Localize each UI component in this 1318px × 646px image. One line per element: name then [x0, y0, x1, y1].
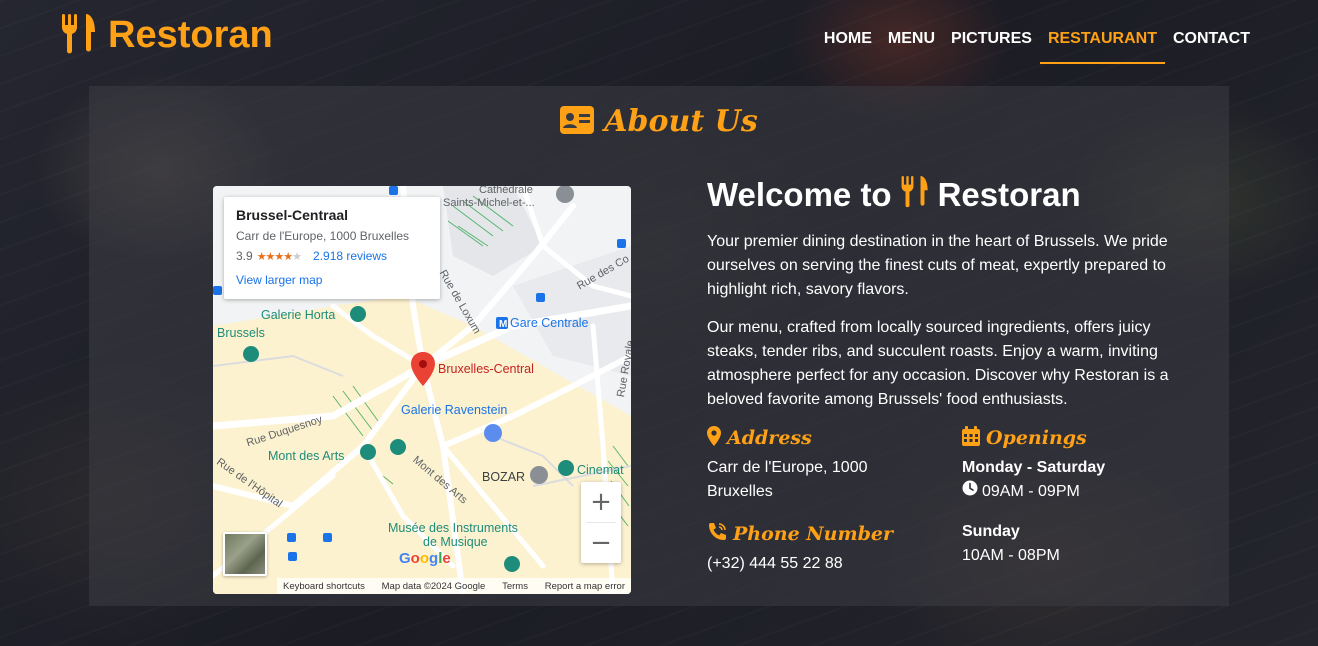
main-nav: HOME MENU PICTURES RESTAURANT CONTACT: [816, 26, 1258, 64]
map-label-galerie-ravenstein: Galerie Ravenstein: [401, 403, 508, 417]
google-logo: Google: [399, 550, 451, 567]
nav-contact[interactable]: CONTACT: [1165, 26, 1258, 64]
map-label-cinematek: Cinemat: [577, 463, 624, 477]
about-panel: About Us M Brussel-Centraal Carr de l'Eu…: [89, 86, 1229, 606]
nav-restaurant[interactable]: RESTAURANT: [1039, 26, 1165, 64]
google-map[interactable]: M Brussel-Centraal Carr de l'Europe, 100…: [213, 186, 631, 594]
about-title: About Us: [604, 104, 758, 139]
sunday-hours: 10AM - 08PM: [962, 547, 1060, 564]
phone-icon: [707, 522, 727, 546]
map-marker-icon: [707, 426, 721, 450]
map-label-saints-michel: Saints-Michel-et-...: [443, 197, 535, 209]
welcome-name: Restoran: [937, 176, 1081, 213]
utensils-icon: [900, 174, 930, 216]
svg-text:M: M: [499, 319, 507, 330]
place-address: Carr de l'Europe, 1000 Bruxelles: [236, 229, 410, 243]
map-label-galerie-horta: Galerie Horta: [261, 308, 336, 322]
weekdays-label: Monday - Saturday: [962, 459, 1106, 476]
navbar: Restoran HOME MENU PICTURES RESTAURANT C…: [0, 0, 1318, 80]
brand-logo[interactable]: Restoran: [60, 12, 273, 58]
welcome-heading: Welcome to Restoran: [707, 174, 1187, 216]
map-data-attribution: Map data ©2024 Google: [381, 580, 486, 592]
openings-title: Openings: [986, 427, 1087, 449]
calendar-icon: [962, 426, 980, 450]
menu-paragraph: Our menu, crafted from locally sourced i…: [707, 319, 1169, 408]
map-label-musee: Musée des Instruments: [388, 521, 518, 535]
address-card-icon: [560, 105, 595, 138]
zoom-in-button[interactable]: +: [581, 482, 621, 522]
map-label-de-musique: de Musique: [423, 535, 488, 549]
map-label-mont-des-arts: Mont des Arts: [268, 449, 345, 463]
phone-title: Phone Number: [733, 523, 893, 545]
nav-menu[interactable]: MENU: [880, 26, 943, 64]
rating-stars: ★★★★★: [256, 250, 302, 263]
place-card: Brussel-Centraal Carr de l'Europe, 1000 …: [224, 197, 440, 299]
keyboard-shortcuts-link[interactable]: Keyboard shortcuts: [283, 581, 365, 592]
place-rating: 3.9 ★★★★★ 2.918 reviews: [236, 249, 428, 263]
details-grid: Address Carr de l'Europe, 1000 Bruxelles: [707, 426, 1187, 586]
sunday-label: Sunday: [962, 523, 1020, 540]
reviews-link[interactable]: 2.918 reviews: [313, 249, 387, 263]
map-label-bruxelles-central: Bruxelles-Central: [438, 362, 534, 376]
address-line-1: Carr de l'Europe, 1000: [707, 459, 868, 476]
address-block: Address Carr de l'Europe, 1000 Bruxelles: [707, 426, 947, 504]
rating-score: 3.9: [236, 249, 253, 263]
phone-block: Phone Number (+32) 444 55 22 88: [707, 522, 947, 576]
place-title: Brussel-Centraal: [236, 207, 349, 223]
nav-pictures[interactable]: PICTURES: [943, 26, 1040, 64]
map-label-bozar: BOZAR: [482, 470, 526, 484]
zoom-controls: + −: [581, 482, 621, 563]
view-larger-map-link[interactable]: View larger map: [236, 273, 428, 287]
utensils-icon: [60, 12, 98, 58]
map-label-cathedrale: Cathédrale: [479, 186, 533, 196]
address-line-2: Bruxelles: [707, 483, 773, 500]
report-error-link[interactable]: Report a map error: [545, 581, 625, 592]
about-heading: About Us: [89, 104, 1229, 139]
clock-icon: [962, 480, 978, 504]
phone-number[interactable]: (+32) 444 55 22 88: [707, 552, 947, 576]
zoom-out-button[interactable]: −: [581, 523, 621, 563]
about-info: Welcome to Restoran Your premier dining …: [707, 174, 1187, 586]
intro-paragraph: Your premier dining destination in the h…: [707, 233, 1168, 298]
map-footer: Keyboard shortcuts Map data ©2024 Google…: [277, 578, 631, 594]
openings-block: Openings Monday - Saturday 09AM - 09PM S…: [962, 426, 1182, 568]
welcome-prefix: Welcome to: [707, 176, 892, 213]
terms-link[interactable]: Terms: [502, 581, 528, 592]
map-label-brussels: Brussels: [217, 326, 265, 340]
map-label-gare-centrale: Gare Centrale: [510, 316, 589, 330]
weekdays-hours: 09AM - 09PM: [982, 483, 1080, 500]
brand-name: Restoran: [108, 13, 273, 56]
nav-home[interactable]: HOME: [816, 26, 880, 64]
address-title: Address: [727, 427, 812, 449]
satellite-toggle[interactable]: [223, 532, 267, 576]
